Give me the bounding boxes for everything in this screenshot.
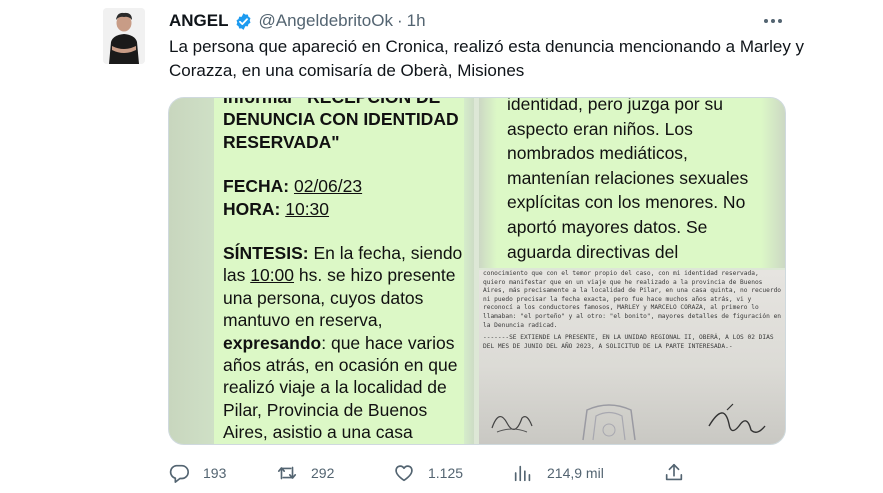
share-button[interactable] — [663, 460, 685, 486]
separator: · — [396, 11, 403, 30]
reply-icon — [168, 462, 190, 484]
doc-line: las — [223, 265, 251, 286]
doc-line: aguarda directivas del — [507, 241, 679, 262]
reply-count: 193 — [203, 465, 227, 481]
views-button[interactable]: 214,9 mil — [512, 460, 604, 486]
tweet-media[interactable]: Informar "RECEPCION DE DENUNCIA CON IDEN… — [168, 97, 786, 445]
like-button[interactable]: 1.125 — [393, 460, 463, 486]
avatar[interactable] — [103, 8, 145, 64]
doc-line: una persona, cuyos datos — [223, 287, 424, 308]
paper-paragraph: conocimiento que con el temor propio del… — [483, 270, 782, 329]
views-count: 214,9 mil — [547, 465, 604, 481]
retweet-icon — [276, 462, 298, 484]
views-icon — [512, 462, 534, 484]
sintesis-time: 10:00 — [250, 265, 295, 286]
retweet-count: 292 — [311, 465, 335, 481]
tweet-header: ANGEL @AngeldebritoOk · 1h — [169, 10, 426, 32]
like-icon — [393, 462, 415, 484]
denuncia-text-left: Informar "RECEPCION DE DENUNCIA CON IDEN… — [223, 98, 468, 444]
fecha-label: FECHA: — [223, 176, 290, 197]
hora-value: 10:30 — [285, 198, 330, 219]
doc-line: aspecto eran niños. Los — [507, 118, 693, 139]
media-image-left[interactable]: Informar "RECEPCION DE DENUNCIA CON IDEN… — [169, 98, 474, 444]
doc-line: aportó mayores datos. Se — [507, 216, 708, 237]
expresando-label: expresando — [223, 332, 322, 353]
retweet-button[interactable]: 292 — [276, 460, 334, 486]
handle[interactable]: @AngeldebritoOk — [259, 11, 393, 31]
police-seal-icon — [582, 404, 636, 441]
paper-document-text: conocimiento que con el temor propio del… — [483, 270, 783, 351]
timestamp[interactable]: 1h — [407, 11, 426, 31]
doc-line: mantenían relaciones sexuales — [507, 167, 749, 188]
share-icon — [663, 462, 685, 484]
doc-line: En la fecha, siendo — [308, 243, 463, 264]
hora-label: HORA: — [223, 198, 281, 219]
doc-line: hs. se hizo presente — [294, 265, 456, 286]
media-image-right-bottom[interactable]: conocimiento que con el temor propio del… — [479, 270, 785, 444]
doc-line: Aires, asistio a una casa — [223, 422, 413, 443]
doc-line: explícitas con los menores. No — [507, 192, 746, 213]
doc-line: Pilar, Provincia de Buenos — [223, 399, 428, 420]
tweet: ANGEL @AngeldebritoOk · 1h La persona qu… — [0, 0, 883, 493]
doc-line: mantuvo en reserva, — [223, 310, 383, 331]
signature-right-icon — [708, 403, 766, 433]
denuncia-text-right: identidad, pero juzga por su aspecto era… — [507, 98, 777, 264]
doc-line: DENUNCIA CON IDENTIDAD — [223, 109, 459, 130]
doc-line: años atrás, en ocasión en que — [223, 355, 458, 376]
doc-line: identidad, pero juzga por su — [507, 98, 723, 114]
doc-line: nombrados mediáticos, — [507, 143, 688, 164]
more-icon[interactable] — [762, 12, 784, 30]
fecha-value: 02/06/23 — [293, 176, 363, 197]
doc-line: realizó viaje a la localidad de — [223, 377, 447, 398]
doc-line: Informar "RECEPCION DE — [223, 98, 468, 108]
reply-button[interactable]: 193 — [168, 460, 226, 486]
signature-left-icon — [491, 416, 533, 433]
like-count: 1.125 — [428, 465, 464, 481]
sintesis-label: SÍNTESIS: — [223, 243, 309, 264]
display-name[interactable]: ANGEL — [169, 11, 229, 31]
doc-line: : que hace varios — [321, 332, 455, 353]
paper-paragraph: -------SE EXTIENDE LA PRESENTE, EN LA UN… — [483, 334, 774, 350]
tweet-text: La persona que apareció en Cronica, real… — [169, 37, 805, 80]
verified-badge-icon — [234, 12, 253, 31]
doc-line: RESERVADA" — [223, 131, 340, 152]
media-image-right-top[interactable]: identidad, pero juzga por su aspecto era… — [479, 98, 785, 268]
tweet-actions: 193 292 1.125 214,9 mil — [168, 460, 728, 486]
